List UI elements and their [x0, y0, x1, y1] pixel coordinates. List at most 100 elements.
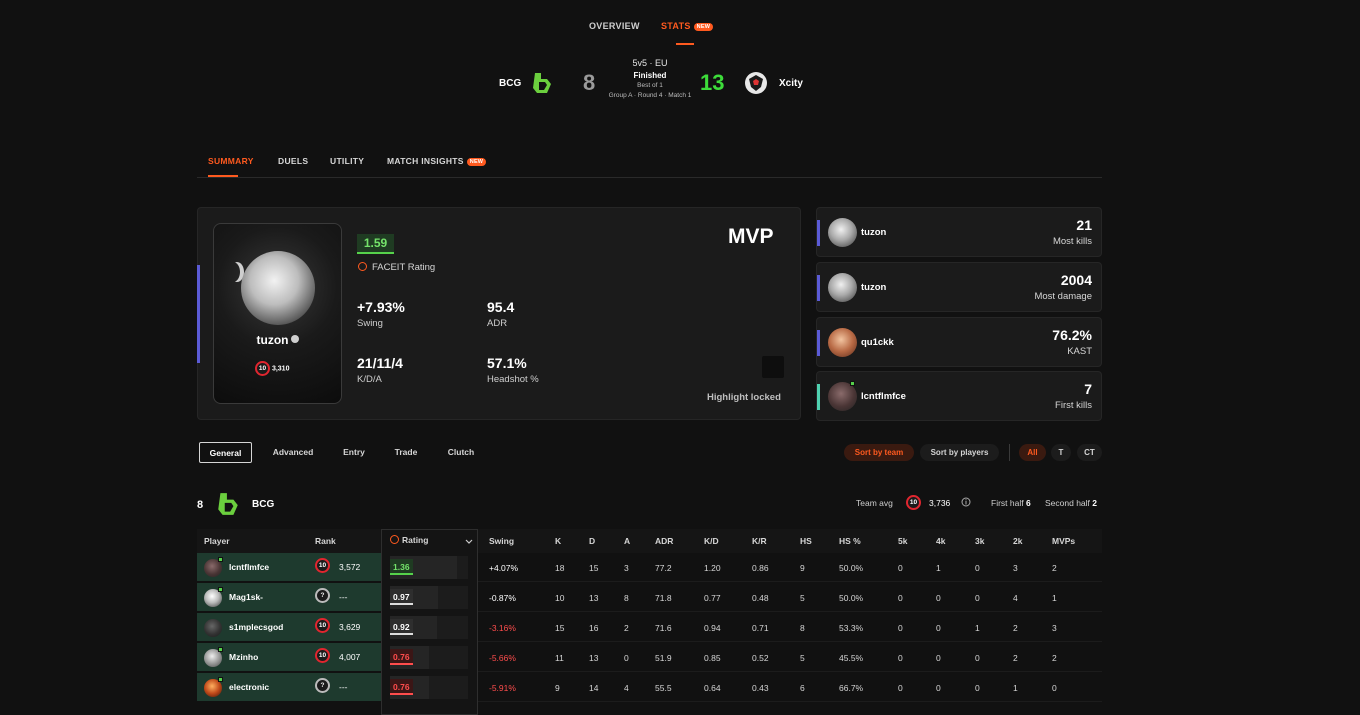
cell-k5: 0	[898, 683, 903, 693]
player-card-elo: 3,310	[271, 365, 290, 373]
premium-icon	[218, 557, 223, 562]
player-elo: 3,629	[339, 622, 361, 632]
award-card[interactable]: tuzon 2004 Most damage	[816, 262, 1102, 312]
cell-k: 9	[555, 683, 560, 693]
cell-kr: 0.48	[752, 593, 769, 603]
team1-name[interactable]: BCG	[499, 78, 521, 89]
player-name[interactable]: electronic	[229, 682, 269, 692]
cell-hsp: 50.0%	[839, 563, 864, 573]
filter-tab-entry[interactable]: Entry	[334, 442, 374, 463]
team2-name[interactable]: Xcity	[779, 78, 803, 89]
rank-badge: 10	[315, 648, 330, 663]
col-rating[interactable]: Rating	[390, 535, 428, 545]
top-nav: OVERVIEW STATS NEW	[0, 0, 1360, 50]
rank-badge: 10	[315, 558, 330, 573]
player-name[interactable]: lcntflmfce	[229, 562, 269, 572]
mvp-title: MVP	[728, 225, 774, 248]
col-adr[interactable]: ADR	[655, 536, 673, 546]
cell-a: 8	[624, 593, 629, 603]
tab-summary[interactable]: SUMMARY	[208, 156, 254, 166]
rating-value: 0.92	[390, 619, 413, 635]
col-rank[interactable]: Rank	[315, 536, 336, 546]
player-cell[interactable]: lcntflmfce 10 3,572	[197, 553, 381, 582]
award-card[interactable]: qu1ckk 76.2% KAST	[816, 317, 1102, 367]
col-kr[interactable]: K/R	[752, 536, 767, 546]
player-cell[interactable]: Mzinho 10 4,007	[197, 643, 381, 672]
player-card[interactable]: tuzon 10 3,310	[213, 223, 342, 404]
cell-a: 2	[624, 623, 629, 633]
player-name[interactable]: Mag1sk-	[229, 592, 263, 602]
table-row[interactable]: lcntflmfce 10 3,572 1.36 +4.07% 18 15 3 77.2 1.20…	[197, 553, 1102, 583]
col-a[interactable]: A	[624, 536, 630, 546]
side-all-button[interactable]: All	[1019, 444, 1046, 461]
sort-by-players-button[interactable]: Sort by players	[920, 444, 999, 461]
rating-value: 0.97	[390, 589, 413, 605]
tab-utility[interactable]: UTILITY	[330, 156, 364, 166]
match-format: Best of 1	[637, 82, 663, 89]
col-4k[interactable]: 4k	[936, 536, 945, 546]
player-cell[interactable]: Mag1sk-? ---	[197, 583, 381, 612]
swing-value: -5.91%	[489, 683, 516, 693]
filter-tab-clutch[interactable]: Clutch	[440, 442, 482, 463]
filter-tab-general[interactable]: General	[199, 442, 252, 463]
cell-k: 11	[555, 653, 564, 663]
faceit-rating-label: FACEIT Rating	[358, 262, 435, 273]
cell-kd: 0.77	[704, 593, 721, 603]
col-3k[interactable]: 3k	[975, 536, 984, 546]
player-elo: ---	[339, 592, 348, 602]
info-icon[interactable]	[961, 497, 971, 507]
award-player: lcntflmfce	[861, 391, 906, 402]
faceit-icon	[358, 262, 367, 271]
tab-stats[interactable]: STATS NEW	[661, 21, 714, 31]
award-card[interactable]: tuzon 21 Most kills	[816, 207, 1102, 257]
rating-bar: 0.92	[390, 616, 468, 639]
avatar	[828, 382, 857, 411]
player-name[interactable]: Mzinho	[229, 652, 258, 662]
col-rating-label: Rating	[402, 535, 429, 545]
cell-k3: 0	[975, 563, 980, 573]
col-2k[interactable]: 2k	[1013, 536, 1022, 546]
side-ct-button[interactable]: CT	[1077, 444, 1102, 461]
table-row[interactable]: s1mplecsgod 10 3,629 0.92 -3.16% 15 16 2 71.6 0.9…	[197, 613, 1102, 643]
col-d[interactable]: D	[589, 536, 595, 546]
col-mvps[interactable]: MVPs	[1052, 536, 1075, 546]
side-t-button[interactable]: T	[1051, 444, 1071, 461]
filter-tab-advanced[interactable]: Advanced	[264, 442, 322, 463]
table-row[interactable]: Mzinho 10 4,007 0.76 -5.66% 11 13 0 51.9 0.85 0.52…	[197, 643, 1102, 673]
col-k[interactable]: K	[555, 536, 561, 546]
table-row[interactable]: electronic? --- 0.76 -5.91% 9 14 4 55.5 0.64 0.43…	[197, 673, 1102, 703]
rating-bar: 1.36	[390, 556, 468, 579]
match-mode: 5v5 · EU	[632, 58, 668, 68]
level-icon: 10	[315, 648, 330, 663]
swing-stat: +7.93% Swing	[357, 299, 405, 329]
kda-label: K/D/A	[357, 374, 382, 385]
player-cell[interactable]: s1mplecsgod 10 3,629	[197, 613, 381, 642]
tab-duels[interactable]: DUELS	[278, 156, 308, 166]
cell-k4: 0	[936, 683, 941, 693]
col-player[interactable]: Player	[204, 536, 230, 546]
cell-k5: 0	[898, 563, 903, 573]
col-swing[interactable]: Swing	[489, 536, 514, 546]
team1-logo-icon[interactable]	[531, 71, 553, 95]
cell-mvps: 0	[1052, 683, 1057, 693]
chevron-down-icon[interactable]	[465, 539, 473, 545]
tab-match-insights[interactable]: MATCH INSIGHTS NEW	[387, 156, 487, 166]
level-icon: 10	[315, 558, 330, 573]
rank-badge: 10	[315, 618, 330, 633]
col-hs[interactable]: HS	[800, 536, 812, 546]
team-avg-elo: 3,736	[929, 498, 951, 508]
table-row[interactable]: Mag1sk-? --- 0.97 -0.87% 10 13 8 71.8 0.77 0.48 5 5…	[197, 583, 1102, 613]
player-name[interactable]: s1mplecsgod	[229, 622, 283, 632]
swing-label: Swing	[357, 318, 383, 329]
col-kd[interactable]: K/D	[704, 536, 719, 546]
player-cell[interactable]: electronic? ---	[197, 673, 381, 702]
tab-overview[interactable]: OVERVIEW	[589, 21, 640, 31]
col-hs-pct[interactable]: HS %	[839, 536, 861, 546]
team2-logo-icon[interactable]	[744, 71, 768, 95]
award-accent	[817, 220, 820, 246]
rank-badge: ?	[315, 588, 330, 603]
col-5k[interactable]: 5k	[898, 536, 907, 546]
award-card[interactable]: lcntflmfce 7 First kills	[816, 371, 1102, 421]
sort-by-team-button[interactable]: Sort by team	[844, 444, 914, 461]
filter-tab-trade[interactable]: Trade	[386, 442, 426, 463]
